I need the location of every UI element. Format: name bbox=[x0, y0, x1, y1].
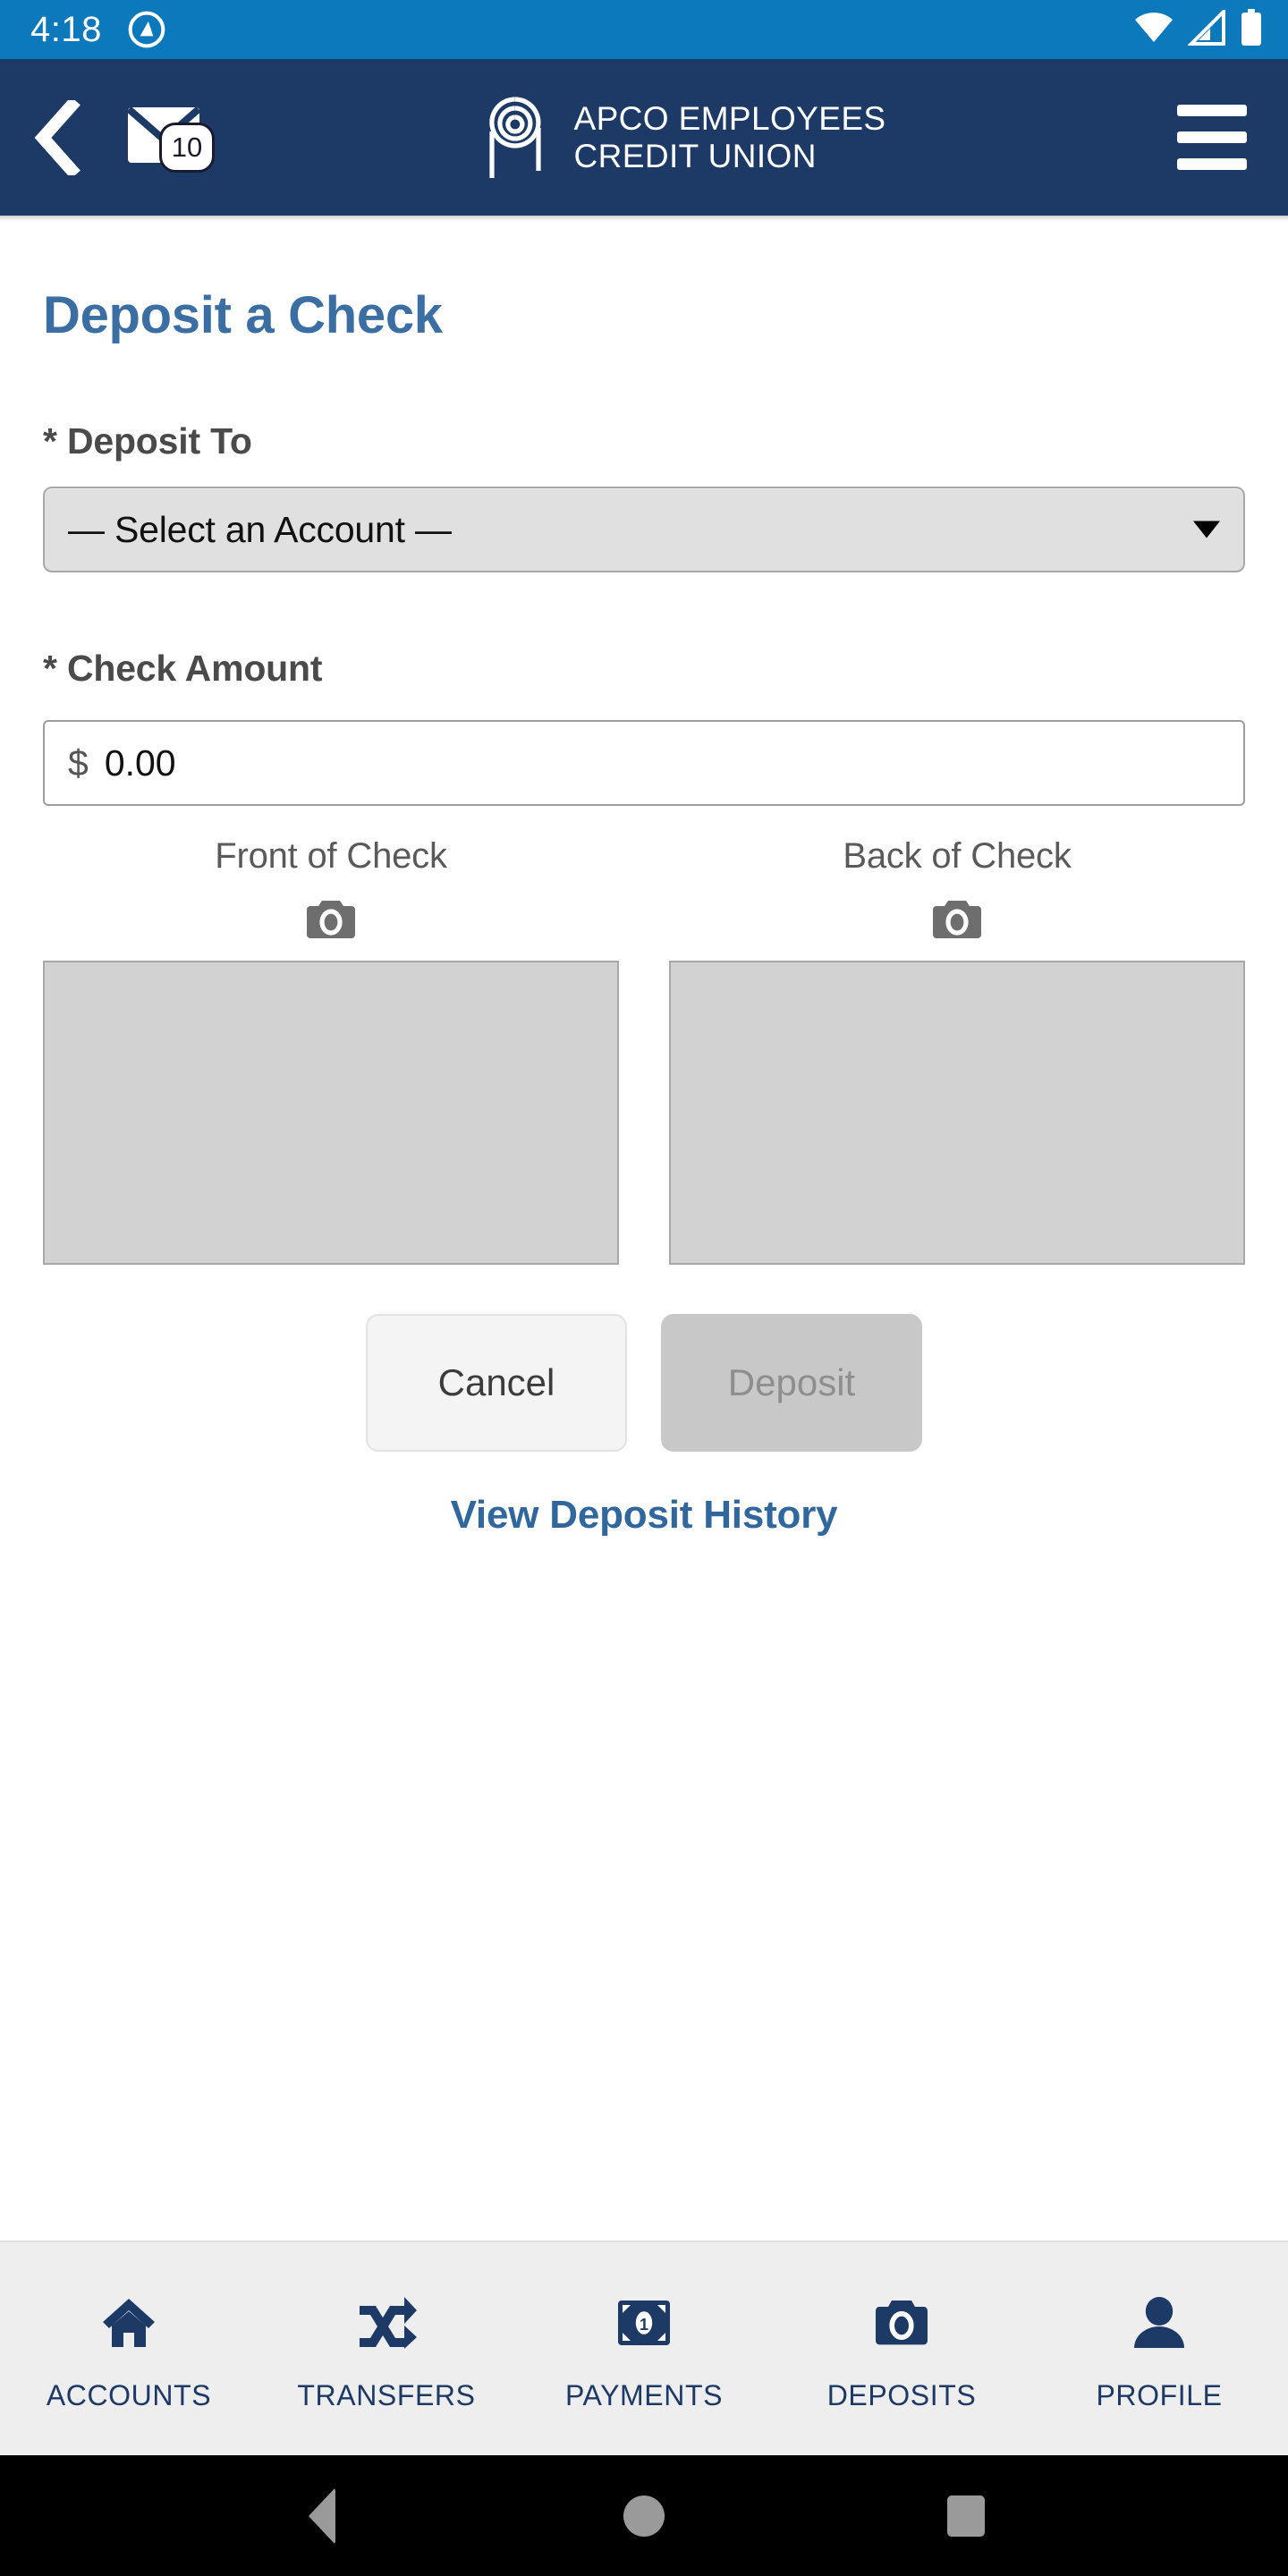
home-icon bbox=[99, 2286, 158, 2360]
apco-spiral-logo-icon bbox=[472, 85, 558, 190]
nav-item-payments[interactable]: 1 PAYMENTS bbox=[515, 2242, 773, 2455]
camera-icon bbox=[873, 2286, 930, 2360]
android-home-icon[interactable] bbox=[590, 2462, 698, 2570]
person-icon bbox=[1131, 2286, 1187, 2360]
android-recents-glyph bbox=[947, 2495, 985, 2537]
check-amount-value: 0.00 bbox=[104, 741, 176, 784]
cancel-button[interactable]: Cancel bbox=[366, 1314, 627, 1452]
front-of-check-capture: Front of Check bbox=[43, 836, 619, 1265]
back-button[interactable] bbox=[16, 89, 98, 187]
view-deposit-history-link[interactable]: View Deposit History bbox=[43, 1493, 1245, 1538]
status-bar-clock: 4:18 bbox=[30, 10, 102, 49]
wifi-icon bbox=[1132, 10, 1175, 50]
android-system-nav bbox=[0, 2455, 1288, 2576]
money-bill-icon: 1 bbox=[616, 2286, 672, 2360]
main-content: Deposit a Check * Deposit To — Select an… bbox=[0, 221, 1288, 2241]
nav-item-accounts[interactable]: ACCOUNTS bbox=[0, 2242, 258, 2455]
menu-bar-3 bbox=[1177, 158, 1247, 170]
battery-full-icon bbox=[1240, 8, 1263, 51]
mail-unread-badge: 10 bbox=[159, 122, 215, 173]
circle-logo-icon bbox=[127, 10, 166, 49]
nav-label-payments: PAYMENTS bbox=[564, 2378, 724, 2411]
brand-logo: APCO EMPLOYEES CREDIT UNION bbox=[208, 85, 1150, 190]
nav-item-transfers[interactable]: TRANSFERS bbox=[258, 2242, 515, 2455]
currency-symbol: $ bbox=[68, 741, 89, 784]
back-of-check-image[interactable] bbox=[669, 961, 1245, 1265]
android-back-glyph bbox=[309, 2487, 335, 2545]
check-amount-label: * Check Amount bbox=[43, 648, 323, 689]
svg-text:1: 1 bbox=[640, 2315, 648, 2333]
deposit-to-label: * Deposit To bbox=[43, 420, 252, 462]
deposit-to-selected-value: — Select an Account — bbox=[68, 508, 452, 550]
bottom-navigation: ACCOUNTS TRANSFERS 1 PAYMENTS DEPOSITS P… bbox=[0, 2241, 1288, 2455]
menu-bar-1 bbox=[1177, 105, 1247, 116]
nav-label-accounts: ACCOUNTS bbox=[46, 2378, 212, 2411]
app-header: 10 APCO EMPLOYEES CREDIT UNION bbox=[0, 59, 1288, 216]
android-recents-icon[interactable] bbox=[912, 2462, 1020, 2570]
deposit-button[interactable]: Deposit bbox=[661, 1314, 922, 1452]
android-back-icon[interactable] bbox=[268, 2462, 376, 2570]
app-screen: 4:18 10 APCO EMPLOYEES CREDIT UNION Depo… bbox=[0, 0, 1288, 2576]
android-home-glyph bbox=[623, 2495, 665, 2537]
back-of-check-capture: Back of Check bbox=[669, 836, 1245, 1265]
brand-line-1: APCO EMPLOYEES bbox=[573, 99, 886, 137]
messages-button[interactable]: 10 bbox=[107, 89, 220, 187]
check-capture-row: Front of Check Back of Check bbox=[43, 836, 1245, 1265]
chevron-down-icon bbox=[1193, 521, 1220, 538]
nav-item-profile[interactable]: PROFILE bbox=[1030, 2242, 1288, 2455]
shuffle-arrows-icon bbox=[356, 2286, 417, 2360]
nav-label-transfers: TRANSFERS bbox=[297, 2378, 476, 2411]
form-actions: Cancel Deposit bbox=[43, 1314, 1245, 1452]
front-of-check-image[interactable] bbox=[43, 961, 619, 1265]
deposit-to-select[interactable]: — Select an Account — bbox=[43, 487, 1245, 572]
brand-line-2: CREDIT UNION bbox=[573, 137, 817, 174]
hamburger-menu-icon[interactable] bbox=[1163, 89, 1261, 187]
status-bar: 4:18 bbox=[0, 0, 1288, 59]
check-amount-input[interactable]: $ 0.00 bbox=[43, 720, 1245, 806]
front-of-check-label: Front of Check bbox=[215, 836, 447, 876]
status-bar-indicators bbox=[1132, 6, 1263, 51]
nav-item-deposits[interactable]: DEPOSITS bbox=[773, 2242, 1030, 2455]
menu-bar-2 bbox=[1177, 131, 1247, 143]
nav-label-deposits: DEPOSITS bbox=[826, 2378, 977, 2411]
nav-label-profile: PROFILE bbox=[1096, 2378, 1223, 2411]
page-title: Deposit a Check bbox=[43, 286, 443, 344]
camera-icon[interactable] bbox=[305, 896, 357, 943]
camera-icon[interactable] bbox=[931, 896, 983, 943]
back-of-check-label: Back of Check bbox=[843, 836, 1072, 876]
brand-name: APCO EMPLOYEES CREDIT UNION bbox=[574, 100, 886, 175]
cell-signal-icon bbox=[1187, 6, 1227, 50]
